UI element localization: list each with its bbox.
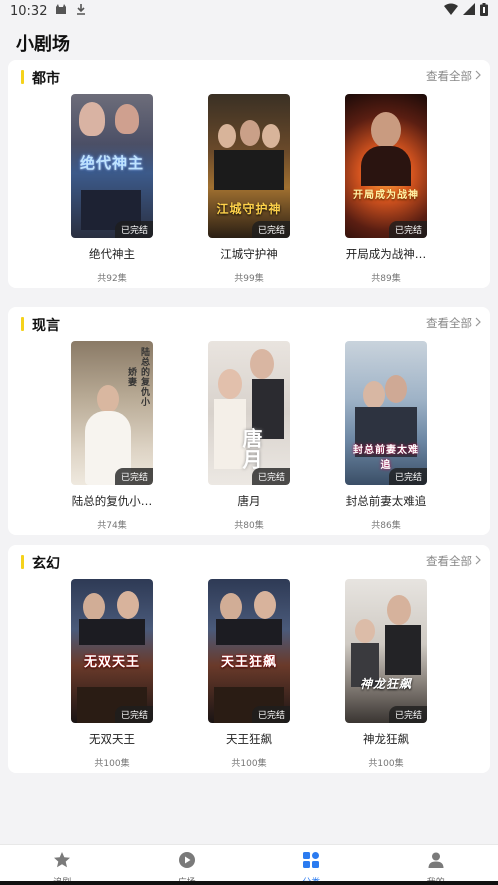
drama-title: 绝代神主 — [89, 247, 135, 261]
section-title: 玄幻 — [32, 556, 60, 572]
drama-poster: 绝代神主 已完结 — [71, 94, 153, 238]
section-accent-bar — [21, 70, 24, 84]
download-icon — [75, 3, 87, 19]
tab-zhuiju[interactable]: 追剧 — [0, 845, 125, 885]
drama-card[interactable]: 绝代神主 已完结 绝代神主 共92集 — [52, 94, 172, 290]
drama-poster: 封总前妻太难追 已完结 — [345, 341, 427, 485]
see-all-link[interactable]: 查看全部 — [426, 553, 482, 569]
tab-wode[interactable]: 我的 — [374, 845, 498, 885]
drama-poster: 唐月 江城守护神 已完结 — [208, 94, 290, 238]
see-all-label: 查看全部 — [426, 316, 472, 330]
episode-count: 共100集 — [231, 759, 267, 769]
section-xianyan: 现言 查看全部 陆总的复仇小娇妻 已完结 陆总的复仇小… 共74集 唐月 已完结… — [8, 307, 490, 535]
page-title: 小剧场 — [16, 34, 70, 55]
poster-title-art: 神龙狂飙 — [359, 677, 412, 691]
poster-title-art: 陆总的复仇小娇妻 — [126, 347, 149, 407]
section-title: 都市 — [32, 71, 60, 87]
status-badge: 已完结 — [388, 706, 427, 723]
drama-card[interactable]: 陆总的复仇小娇妻 已完结 陆总的复仇小… 共74集 — [52, 341, 172, 537]
drama-poster: 无双天王 已完结 — [71, 579, 153, 723]
drama-poster: 唐月 已完结 — [208, 341, 290, 485]
status-badge: 已完结 — [388, 221, 427, 238]
episode-count: 共74集 — [97, 521, 127, 531]
section-header: 现言 查看全部 — [8, 307, 490, 341]
status-bar: 10:32 — [0, 0, 498, 22]
status-badge: 已完结 — [114, 468, 153, 485]
drama-card[interactable]: 无双天王 已完结 无双天王 共100集 — [52, 579, 172, 775]
section-title: 现言 — [32, 318, 60, 334]
notification-cat-icon — [55, 3, 67, 19]
section-xuanhuan: 玄幻 查看全部 无双天王 已完结 无双天王 共100集 天王狂飙 已完结 天王狂… — [8, 545, 490, 773]
tab-guangchang[interactable]: 广场 — [125, 845, 250, 885]
poster-title-art: 江城守护神 — [216, 202, 282, 216]
drama-title: 唐月 — [237, 494, 261, 508]
drama-title: 神龙狂飙 — [363, 732, 409, 746]
status-badge: 已完结 — [251, 221, 290, 238]
chevron-right-icon — [474, 316, 482, 330]
section-dushi: 都市 查看全部 绝代神主 已完结 绝代神主 共92集 江城守护神 已完结 江城守… — [8, 60, 490, 288]
drama-list: 无双天王 已完结 无双天王 共100集 天王狂飙 已完结 天王狂飙 共100集 — [8, 579, 490, 779]
episode-count: 共100集 — [368, 759, 404, 769]
drama-card[interactable]: 封总前妻太难追 已完结 封总前妻太难追 共86集 — [326, 341, 446, 537]
see-all-label: 查看全部 — [426, 554, 472, 568]
drama-list: 绝代神主 已完结 绝代神主 共92集 唐月 江城守护神 已完结 江城守护神 共9… — [8, 94, 490, 294]
category-icon — [302, 851, 320, 873]
episode-count: 共86集 — [371, 521, 401, 531]
star-icon — [53, 851, 71, 873]
section-header: 都市 查看全部 — [8, 60, 490, 94]
drama-list: 陆总的复仇小娇妻 已完结 陆总的复仇小… 共74集 唐月 已完结 唐月 共80集 — [8, 341, 490, 541]
drama-title: 陆总的复仇小… — [71, 494, 153, 508]
poster-title-art: 天王狂飙 — [220, 655, 277, 670]
poster-title-art: 无双天王 — [83, 655, 140, 670]
see-all-link[interactable]: 查看全部 — [426, 68, 482, 84]
signal-icon — [463, 3, 475, 19]
drama-card[interactable]: 神龙狂飙 已完结 神龙狂飙 共100集 — [326, 579, 446, 775]
section-accent-bar — [21, 555, 24, 569]
drama-poster: 天王狂飙 已完结 — [208, 579, 290, 723]
episode-count: 共80集 — [234, 521, 264, 531]
status-time: 10:32 — [10, 3, 48, 19]
drama-title: 江城守护神 — [220, 247, 278, 261]
status-badge: 已完结 — [388, 468, 427, 485]
see-all-link[interactable]: 查看全部 — [426, 315, 482, 331]
drama-title: 封总前妻太难追 — [345, 494, 427, 508]
episode-count: 共92集 — [97, 274, 127, 284]
section-accent-bar — [21, 317, 24, 331]
episode-count: 共100集 — [94, 759, 130, 769]
drama-card[interactable]: 唐月 已完结 唐月 共80集 — [189, 341, 309, 537]
episode-count: 共99集 — [234, 274, 264, 284]
status-badge: 已完结 — [251, 706, 290, 723]
drama-title: 开局成为战神… — [345, 247, 427, 261]
drama-poster: 陆总的复仇小娇妻 已完结 — [71, 341, 153, 485]
system-nav-bar — [0, 881, 498, 885]
drama-card[interactable]: 天王狂飙 已完结 天王狂飙 共100集 — [189, 579, 309, 775]
tab-fenlei[interactable]: 分类 — [249, 845, 374, 885]
chevron-right-icon — [474, 554, 482, 568]
drama-card[interactable]: 开局成为战神 已完结 开局成为战神… 共89集 — [326, 94, 446, 290]
drama-poster: 神龙狂飙 已完结 — [345, 579, 427, 723]
see-all-label: 查看全部 — [426, 69, 472, 83]
drama-title: 无双天王 — [89, 732, 135, 746]
drama-poster: 开局成为战神 已完结 — [345, 94, 427, 238]
poster-title-art: 开局成为战神 — [353, 190, 419, 201]
poster-title-art: 封总前妻太难追 — [353, 445, 419, 471]
drama-card[interactable]: 唐月 江城守护神 已完结 江城守护神 共99集 — [189, 94, 309, 290]
status-badge: 已完结 — [251, 468, 290, 485]
battery-icon — [480, 2, 488, 20]
drama-title: 天王狂飙 — [226, 732, 272, 746]
profile-icon — [427, 851, 445, 873]
poster-title-art: 绝代神主 — [79, 154, 144, 172]
play-icon — [178, 851, 196, 873]
bottom-tab-bar: 追剧 广场 分类 我的 — [0, 844, 498, 885]
chevron-right-icon — [474, 69, 482, 83]
episode-count: 共89集 — [371, 274, 401, 284]
section-header: 玄幻 查看全部 — [8, 545, 490, 579]
status-badge: 已完结 — [114, 221, 153, 238]
status-badge: 已完结 — [114, 706, 153, 723]
wifi-icon — [444, 3, 458, 19]
